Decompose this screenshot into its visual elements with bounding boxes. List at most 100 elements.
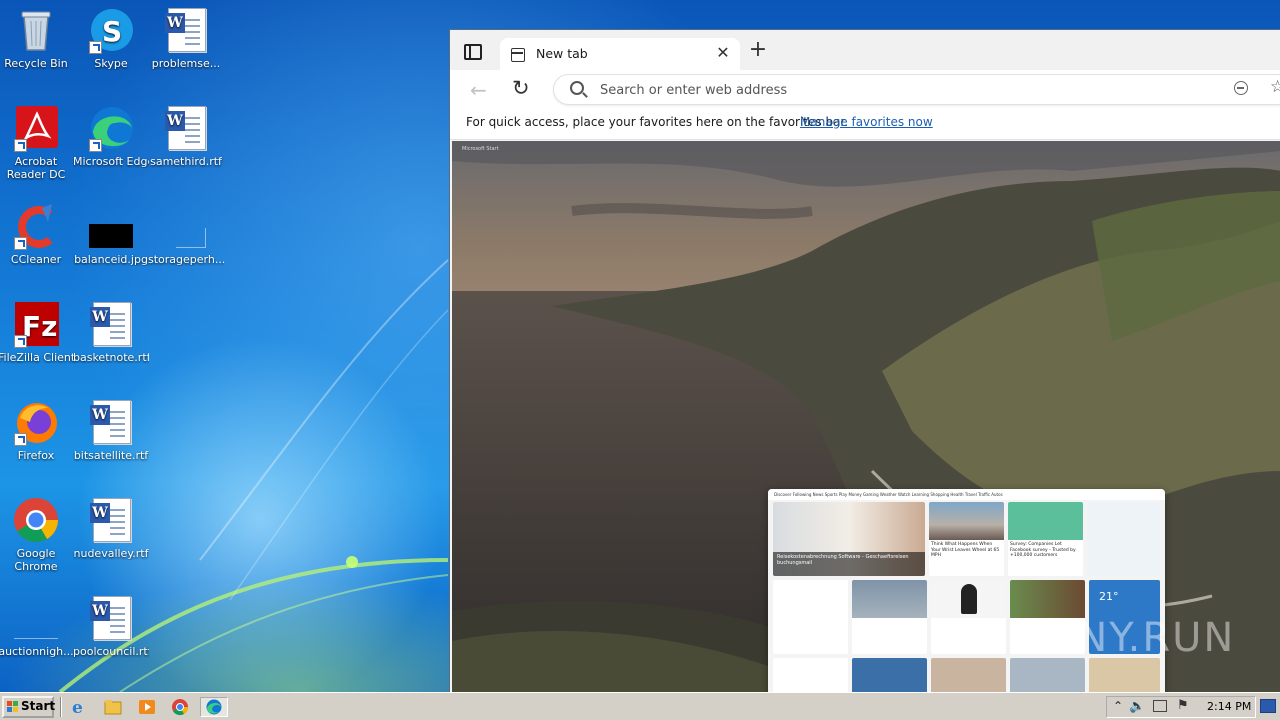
search-icon bbox=[570, 81, 584, 95]
desktop-icon-label: Firefox bbox=[17, 449, 55, 462]
feed-headline: Reisekostenabrechnung Software - Geschae… bbox=[777, 554, 909, 566]
feed-card[interactable]: Survey: Companies Let Facebook survey - … bbox=[1008, 502, 1083, 576]
shortcut-arrow-icon bbox=[14, 139, 27, 152]
desktop-icon-label: basketnote.rtf bbox=[73, 351, 149, 364]
shortcut-arrow-icon bbox=[14, 237, 27, 250]
feed-card[interactable] bbox=[1089, 658, 1160, 692]
browser-toolbar: ← ↻ ☆ bbox=[450, 70, 1280, 110]
desktop-icon-edge[interactable]: Microsoft Edge bbox=[73, 104, 149, 168]
show-hidden-icons-icon[interactable]: ⌃ bbox=[1113, 699, 1123, 713]
desktop-icon-balanceid[interactable]: balanceid.jpg bbox=[73, 202, 149, 266]
feed-card[interactable]: Think What Happens When Your Wrist Leave… bbox=[929, 502, 1004, 576]
word-document-icon: W bbox=[87, 300, 135, 348]
edge-icon bbox=[87, 104, 135, 152]
feed-card-topics[interactable] bbox=[773, 580, 848, 654]
feed-headline: Survey: Companies Let Facebook survey - … bbox=[1010, 542, 1076, 558]
desktop-icon-poolcouncil[interactable]: W poolcouncil.rtf bbox=[73, 594, 149, 658]
edge-browser-window: New tab ✕ + ← ↻ ☆ For quick access, plac… bbox=[449, 29, 1280, 692]
svg-text:Fz: Fz bbox=[22, 310, 57, 343]
taskbar-clock[interactable]: 2:14 PM bbox=[1207, 700, 1251, 713]
desktop-icon-storageperh[interactable]: storageperh... bbox=[148, 202, 224, 266]
shortcut-arrow-icon bbox=[89, 41, 102, 54]
firefox-icon bbox=[12, 398, 60, 446]
tab-actions-icon[interactable] bbox=[464, 44, 482, 60]
desktop-icon-label: storageperh... bbox=[148, 253, 224, 266]
taskbar: Start e ⌃ 🔈 ⚑ 2:14 PM bbox=[0, 692, 1280, 720]
volume-icon[interactable]: 🔈 bbox=[1129, 699, 1145, 714]
desktop-icon-basketnote[interactable]: W basketnote.rtf bbox=[73, 300, 149, 364]
feed-card[interactable] bbox=[852, 580, 927, 654]
desktop-icon-acrobat[interactable]: Acrobat Reader DC bbox=[0, 104, 74, 181]
svg-text:S: S bbox=[102, 15, 122, 48]
word-document-icon: W bbox=[87, 594, 135, 642]
desktop-icon-label: FileZilla Client bbox=[0, 351, 74, 364]
acrobat-reader-icon bbox=[12, 104, 60, 152]
desktop-icon-label: Acrobat Reader DC bbox=[6, 155, 66, 181]
desktop-icon-nudevalley[interactable]: W nudevalley.rtf bbox=[73, 496, 149, 560]
chrome-icon bbox=[12, 496, 60, 544]
zoom-out-icon[interactable] bbox=[1234, 81, 1248, 95]
desktop-icon-chrome[interactable]: Google Chrome bbox=[0, 496, 74, 573]
feed-card-markets[interactable] bbox=[1087, 502, 1160, 576]
word-document-icon: W bbox=[162, 104, 210, 152]
feed-card[interactable] bbox=[773, 658, 848, 692]
svg-text:e: e bbox=[72, 698, 83, 717]
desktop-icon-bitsatellite[interactable]: W bitsatellite.rtf bbox=[73, 398, 149, 462]
desktop-icon-label: samethird.rtf bbox=[150, 155, 222, 168]
feed-card-main[interactable]: Reisekostenabrechnung Software - Geschae… bbox=[773, 502, 925, 576]
microsoft-start-logo[interactable]: Microsoft Start bbox=[462, 146, 499, 152]
word-document-icon: W bbox=[162, 6, 210, 54]
anyrun-watermark: ANY.RUN bbox=[1048, 615, 1236, 661]
favorites-message: For quick access, place your favorites h… bbox=[466, 115, 849, 129]
media-player-icon[interactable] bbox=[136, 697, 158, 717]
desktop-icon-filezilla[interactable]: Fz FileZilla Client bbox=[0, 300, 74, 364]
tab-strip: New tab ✕ + bbox=[450, 30, 1280, 72]
desktop-icon-problemse[interactable]: W problemse... bbox=[148, 6, 224, 70]
desktop-icon-label: bitsatellite.rtf bbox=[73, 449, 149, 462]
desktop-icon-label: CCleaner bbox=[10, 253, 62, 266]
shortcut-arrow-icon bbox=[14, 433, 27, 446]
desktop-icon-label: nudevalley.rtf bbox=[73, 547, 149, 560]
feed-card[interactable] bbox=[931, 658, 1006, 692]
shortcut-arrow-icon bbox=[89, 139, 102, 152]
blank-file-icon bbox=[162, 202, 210, 250]
desktop-icon-label: Google Chrome bbox=[14, 547, 58, 573]
desktop-icon-recycle-bin[interactable]: Recycle Bin bbox=[0, 6, 74, 70]
windows-logo-icon bbox=[7, 701, 19, 713]
newtab-page-icon bbox=[511, 48, 525, 62]
favorite-star-icon[interactable]: ☆ bbox=[1270, 77, 1280, 97]
refresh-icon[interactable]: ↻ bbox=[512, 76, 530, 100]
edge-taskbar-icon[interactable] bbox=[200, 697, 228, 717]
word-document-icon: W bbox=[87, 398, 135, 446]
feed-card[interactable] bbox=[852, 658, 927, 692]
chrome-taskbar-icon[interactable] bbox=[169, 697, 191, 717]
desktop-icon-label: problemse... bbox=[151, 57, 221, 70]
network-icon[interactable] bbox=[1153, 700, 1167, 712]
back-arrow-icon[interactable]: ← bbox=[470, 78, 487, 102]
action-center-flag-icon[interactable]: ⚑ bbox=[1177, 698, 1189, 713]
close-tab-icon[interactable]: ✕ bbox=[714, 44, 732, 62]
start-button[interactable]: Start bbox=[2, 696, 56, 718]
desktop-icon-ccleaner[interactable]: CCleaner bbox=[0, 202, 74, 266]
desktop-icon-skype[interactable]: S Skype bbox=[73, 6, 149, 70]
internet-explorer-icon[interactable]: e bbox=[68, 697, 90, 718]
word-document-icon: W bbox=[87, 496, 135, 544]
desktop-icon-label: Recycle Bin bbox=[4, 57, 68, 70]
feed-card[interactable] bbox=[1010, 658, 1085, 692]
address-bar[interactable]: ☆ bbox=[553, 74, 1280, 105]
file-explorer-icon[interactable] bbox=[102, 697, 124, 717]
feed-card[interactable] bbox=[931, 580, 1006, 654]
taskbar-separator bbox=[60, 697, 62, 717]
news-feed-panel: Discover Following News Sports Play Mone… bbox=[768, 489, 1165, 692]
start-label: Start bbox=[21, 699, 56, 713]
desktop-icon-auctionnight[interactable]: auctionnigh... bbox=[0, 594, 74, 658]
address-input[interactable] bbox=[600, 80, 1200, 100]
new-tab-button[interactable]: + bbox=[748, 39, 768, 61]
tab-new-tab[interactable]: New tab ✕ bbox=[500, 38, 740, 72]
manage-favorites-link[interactable]: Manage favorites now bbox=[800, 115, 933, 129]
desktop-icon-samethird[interactable]: W samethird.rtf bbox=[148, 104, 224, 168]
show-desktop-icon[interactable] bbox=[1260, 699, 1276, 713]
shortcut-arrow-icon bbox=[14, 335, 27, 348]
desktop-icon-firefox[interactable]: Firefox bbox=[0, 398, 74, 462]
feed-nav[interactable]: Discover Following News Sports Play Mone… bbox=[768, 489, 1165, 500]
